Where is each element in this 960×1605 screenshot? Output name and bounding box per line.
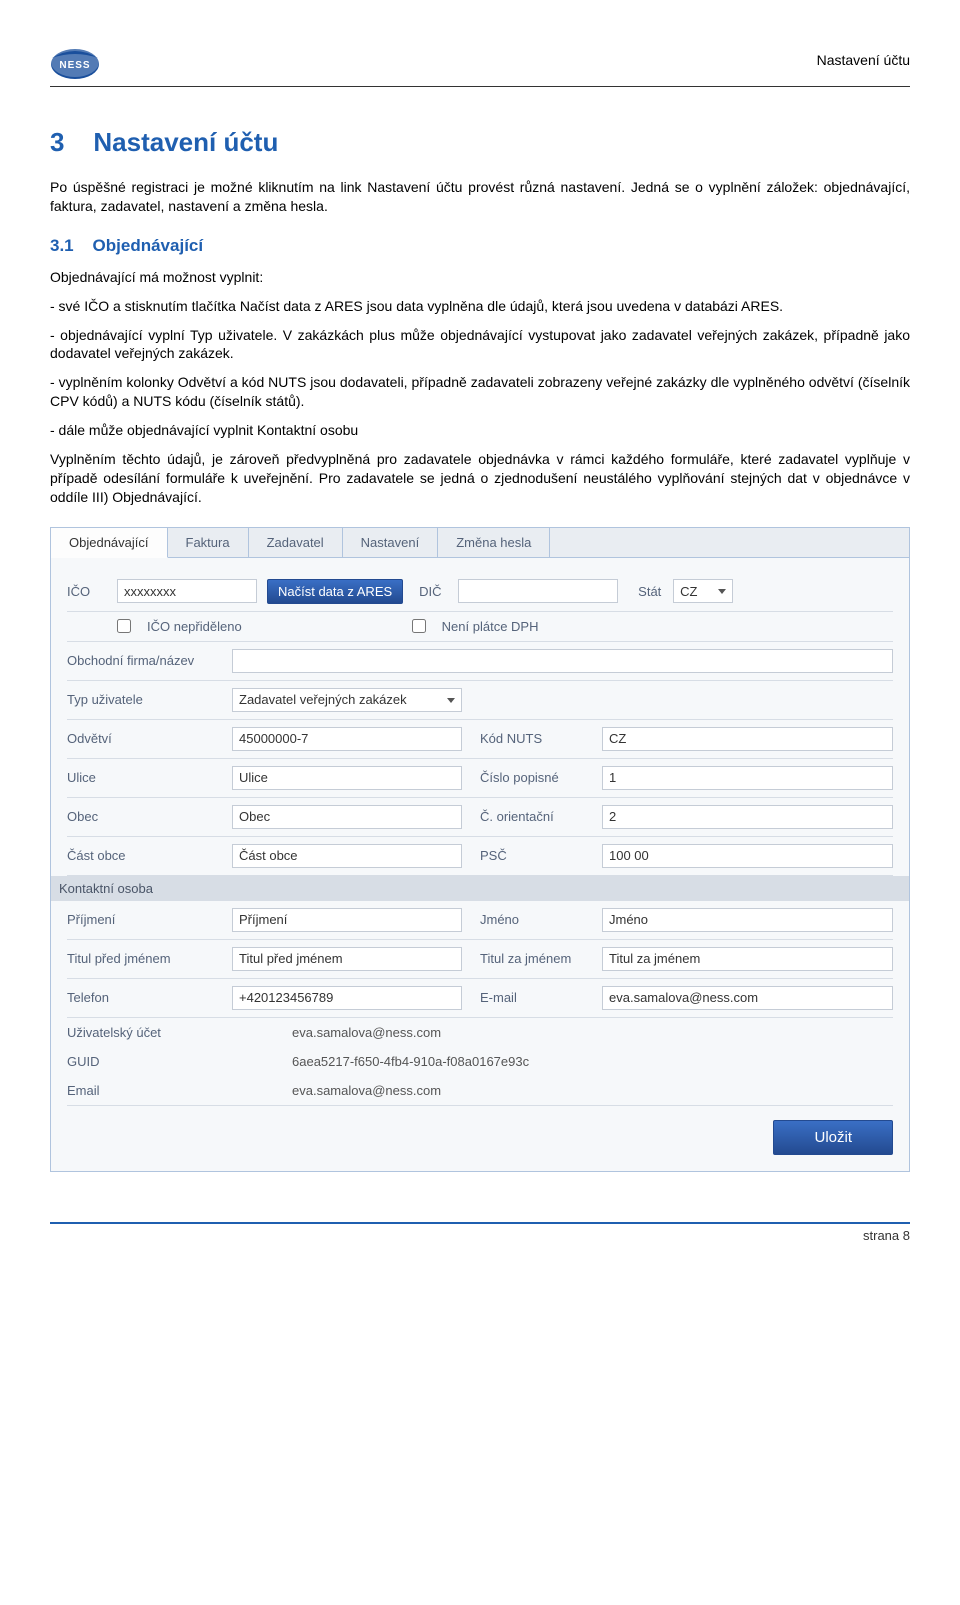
- intro-para: Po úspěšné registraci je možné kliknutím…: [50, 178, 910, 216]
- p6: Vyplněním těchto údajů, je zároveň předv…: [50, 450, 910, 507]
- row-odvetvi: Odvětví Kód NUTS: [67, 720, 893, 759]
- row-obec: Obec Č. orientační: [67, 798, 893, 837]
- stat-label: Stát: [628, 584, 663, 599]
- h1-title: 3 Nastavení účtu: [50, 127, 910, 158]
- row-titul: Titul před jménem Titul za jménem: [67, 940, 893, 979]
- ulice-label: Ulice: [67, 770, 222, 785]
- tab-faktura[interactable]: Faktura: [168, 528, 249, 557]
- ico-label: IČO: [67, 584, 107, 599]
- nuts-label: Kód NUTS: [472, 731, 592, 746]
- h2-title: 3.1 Objednávající: [50, 236, 910, 256]
- h2-num: 3.1: [50, 236, 74, 255]
- row-firma: Obchodní firma/název: [67, 642, 893, 681]
- tel-input[interactable]: [232, 986, 462, 1010]
- firma-input[interactable]: [232, 649, 893, 673]
- row-email2: Email eva.samalova@ness.com: [67, 1076, 893, 1106]
- ulice-input[interactable]: [232, 766, 462, 790]
- neni-platce-label: Není plátce DPH: [442, 619, 539, 634]
- odvetvi-input[interactable]: [232, 727, 462, 751]
- titulz-label: Titul za jménem: [472, 951, 592, 966]
- titulp-input[interactable]: [232, 947, 462, 971]
- row-tel: Telefon E-mail: [67, 979, 893, 1018]
- prijmeni-input[interactable]: [232, 908, 462, 932]
- tab-objednavajici[interactable]: Objednávající: [51, 528, 168, 558]
- p2: - své IČO a stisknutím tlačítka Načíst d…: [50, 297, 910, 316]
- cast-label: Část obce: [67, 848, 222, 863]
- tel-label: Telefon: [67, 990, 222, 1005]
- ares-button[interactable]: Načíst data z ARES: [267, 579, 403, 604]
- prijmeni-label: Příjmení: [67, 912, 222, 927]
- titulp-label: Titul před jménem: [67, 951, 222, 966]
- row-typ: Typ uživatele Zadavatel veřejných zakáze…: [67, 681, 893, 720]
- page-header: NESS Nastavení účtu: [50, 40, 910, 87]
- stat-select[interactable]: CZ: [673, 579, 733, 603]
- p4: - vyplněním kolonky Odvětví a kód NUTS j…: [50, 373, 910, 411]
- psc-input[interactable]: [602, 844, 893, 868]
- ucet-label: Uživatelský účet: [67, 1025, 222, 1040]
- obec-label: Obec: [67, 809, 222, 824]
- form-panel: Objednávající Faktura Zadavatel Nastaven…: [50, 527, 910, 1172]
- email2-value: eva.samalova@ness.com: [232, 1083, 441, 1098]
- tab-nastaveni[interactable]: Nastavení: [343, 528, 439, 557]
- ucet-value: eva.samalova@ness.com: [232, 1025, 441, 1040]
- email-input[interactable]: [602, 986, 893, 1010]
- kontakt-header: Kontaktní osoba: [51, 876, 909, 901]
- guid-label: GUID: [67, 1054, 222, 1069]
- guid-value: 6aea5217-f650-4fb4-910a-f08a0167e93c: [232, 1054, 529, 1069]
- typ-select[interactable]: Zadavatel veřejných zakázek: [232, 688, 462, 712]
- dic-label: DIČ: [413, 584, 448, 599]
- row-ucet: Uživatelský účet eva.samalova@ness.com: [67, 1018, 893, 1047]
- save-button[interactable]: Uložit: [773, 1120, 893, 1155]
- cast-input[interactable]: [232, 844, 462, 868]
- cp-label: Číslo popisné: [472, 770, 592, 785]
- p5: - dále může objednávající vyplnit Kontak…: [50, 421, 910, 440]
- p3: - objednávající vyplní Typ uživatele. V …: [50, 326, 910, 364]
- row-cast: Část obce PSČ: [67, 837, 893, 876]
- obec-input[interactable]: [232, 805, 462, 829]
- neni-platce-checkbox[interactable]: [412, 619, 426, 633]
- tab-zmena-hesla[interactable]: Změna hesla: [438, 528, 550, 557]
- row-prijmeni: Příjmení Jméno: [67, 901, 893, 940]
- svg-text:NESS: NESS: [59, 60, 90, 71]
- row-ico: IČO Načíst data z ARES DIČ Stát CZ: [67, 572, 893, 612]
- ness-logo-icon: NESS: [50, 40, 120, 80]
- odvetvi-label: Odvětví: [67, 731, 222, 746]
- email-label: E-mail: [472, 990, 592, 1005]
- row-guid: GUID 6aea5217-f650-4fb4-910a-f08a0167e93…: [67, 1047, 893, 1076]
- row-ulice: Ulice Číslo popisné: [67, 759, 893, 798]
- ico-nepr-label: IČO nepřiděleno: [147, 619, 242, 634]
- h2-text: Objednávající: [93, 236, 204, 255]
- h1-num: 3: [50, 127, 64, 157]
- jmeno-input[interactable]: [602, 908, 893, 932]
- tab-zadavatel[interactable]: Zadavatel: [249, 528, 343, 557]
- h1-text: Nastavení účtu: [93, 127, 278, 157]
- logo: NESS: [50, 40, 120, 80]
- tabs: Objednávající Faktura Zadavatel Nastaven…: [51, 528, 909, 558]
- nuts-input[interactable]: [602, 727, 893, 751]
- save-row: Uložit: [67, 1106, 893, 1155]
- page-footer: strana 8: [50, 1222, 910, 1243]
- header-title: Nastavení účtu: [817, 52, 910, 68]
- ico-input[interactable]: [117, 579, 257, 603]
- p1: Objednávající má možnost vyplnit:: [50, 268, 910, 287]
- footer-text: strana 8: [863, 1228, 910, 1243]
- cp-input[interactable]: [602, 766, 893, 790]
- ico-nepr-checkbox[interactable]: [117, 619, 131, 633]
- row-checks: IČO nepřiděleno Není plátce DPH: [67, 612, 893, 642]
- dic-input[interactable]: [458, 579, 618, 603]
- psc-label: PSČ: [472, 848, 592, 863]
- titulz-input[interactable]: [602, 947, 893, 971]
- email2-label: Email: [67, 1083, 222, 1098]
- co-label: Č. orientační: [472, 809, 592, 824]
- typ-label: Typ uživatele: [67, 692, 222, 707]
- firma-label: Obchodní firma/název: [67, 653, 222, 668]
- jmeno-label: Jméno: [472, 912, 592, 927]
- co-input[interactable]: [602, 805, 893, 829]
